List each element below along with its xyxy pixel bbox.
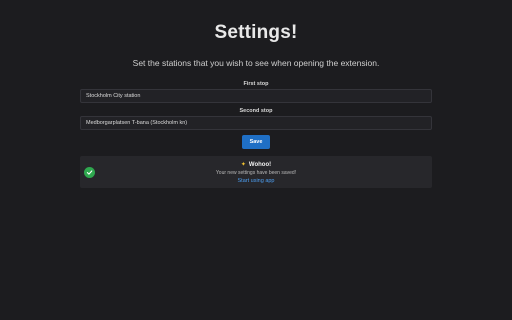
success-alert: ✦ Wohoo! Your new settings have been save… xyxy=(80,156,432,188)
first-stop-label: First stop xyxy=(243,81,269,87)
start-using-app-link[interactable]: Start using app xyxy=(80,178,432,184)
save-button[interactable]: Save xyxy=(242,135,270,149)
second-stop-label: Second stop xyxy=(239,108,273,114)
party-popper-icon: ✦ xyxy=(240,162,246,168)
alert-title-row: ✦ Wohoo! xyxy=(80,161,432,168)
page-subtitle: Set the stations that you wish to see wh… xyxy=(132,58,380,68)
alert-message: Your new settings have been saved! xyxy=(215,170,297,176)
second-stop-input[interactable] xyxy=(80,116,432,130)
page-title: Settings! xyxy=(214,22,298,43)
first-stop-input[interactable] xyxy=(80,89,432,103)
alert-title: Wohoo! xyxy=(248,162,272,168)
settings-page: Settings! Set the stations that you wish… xyxy=(0,0,512,320)
